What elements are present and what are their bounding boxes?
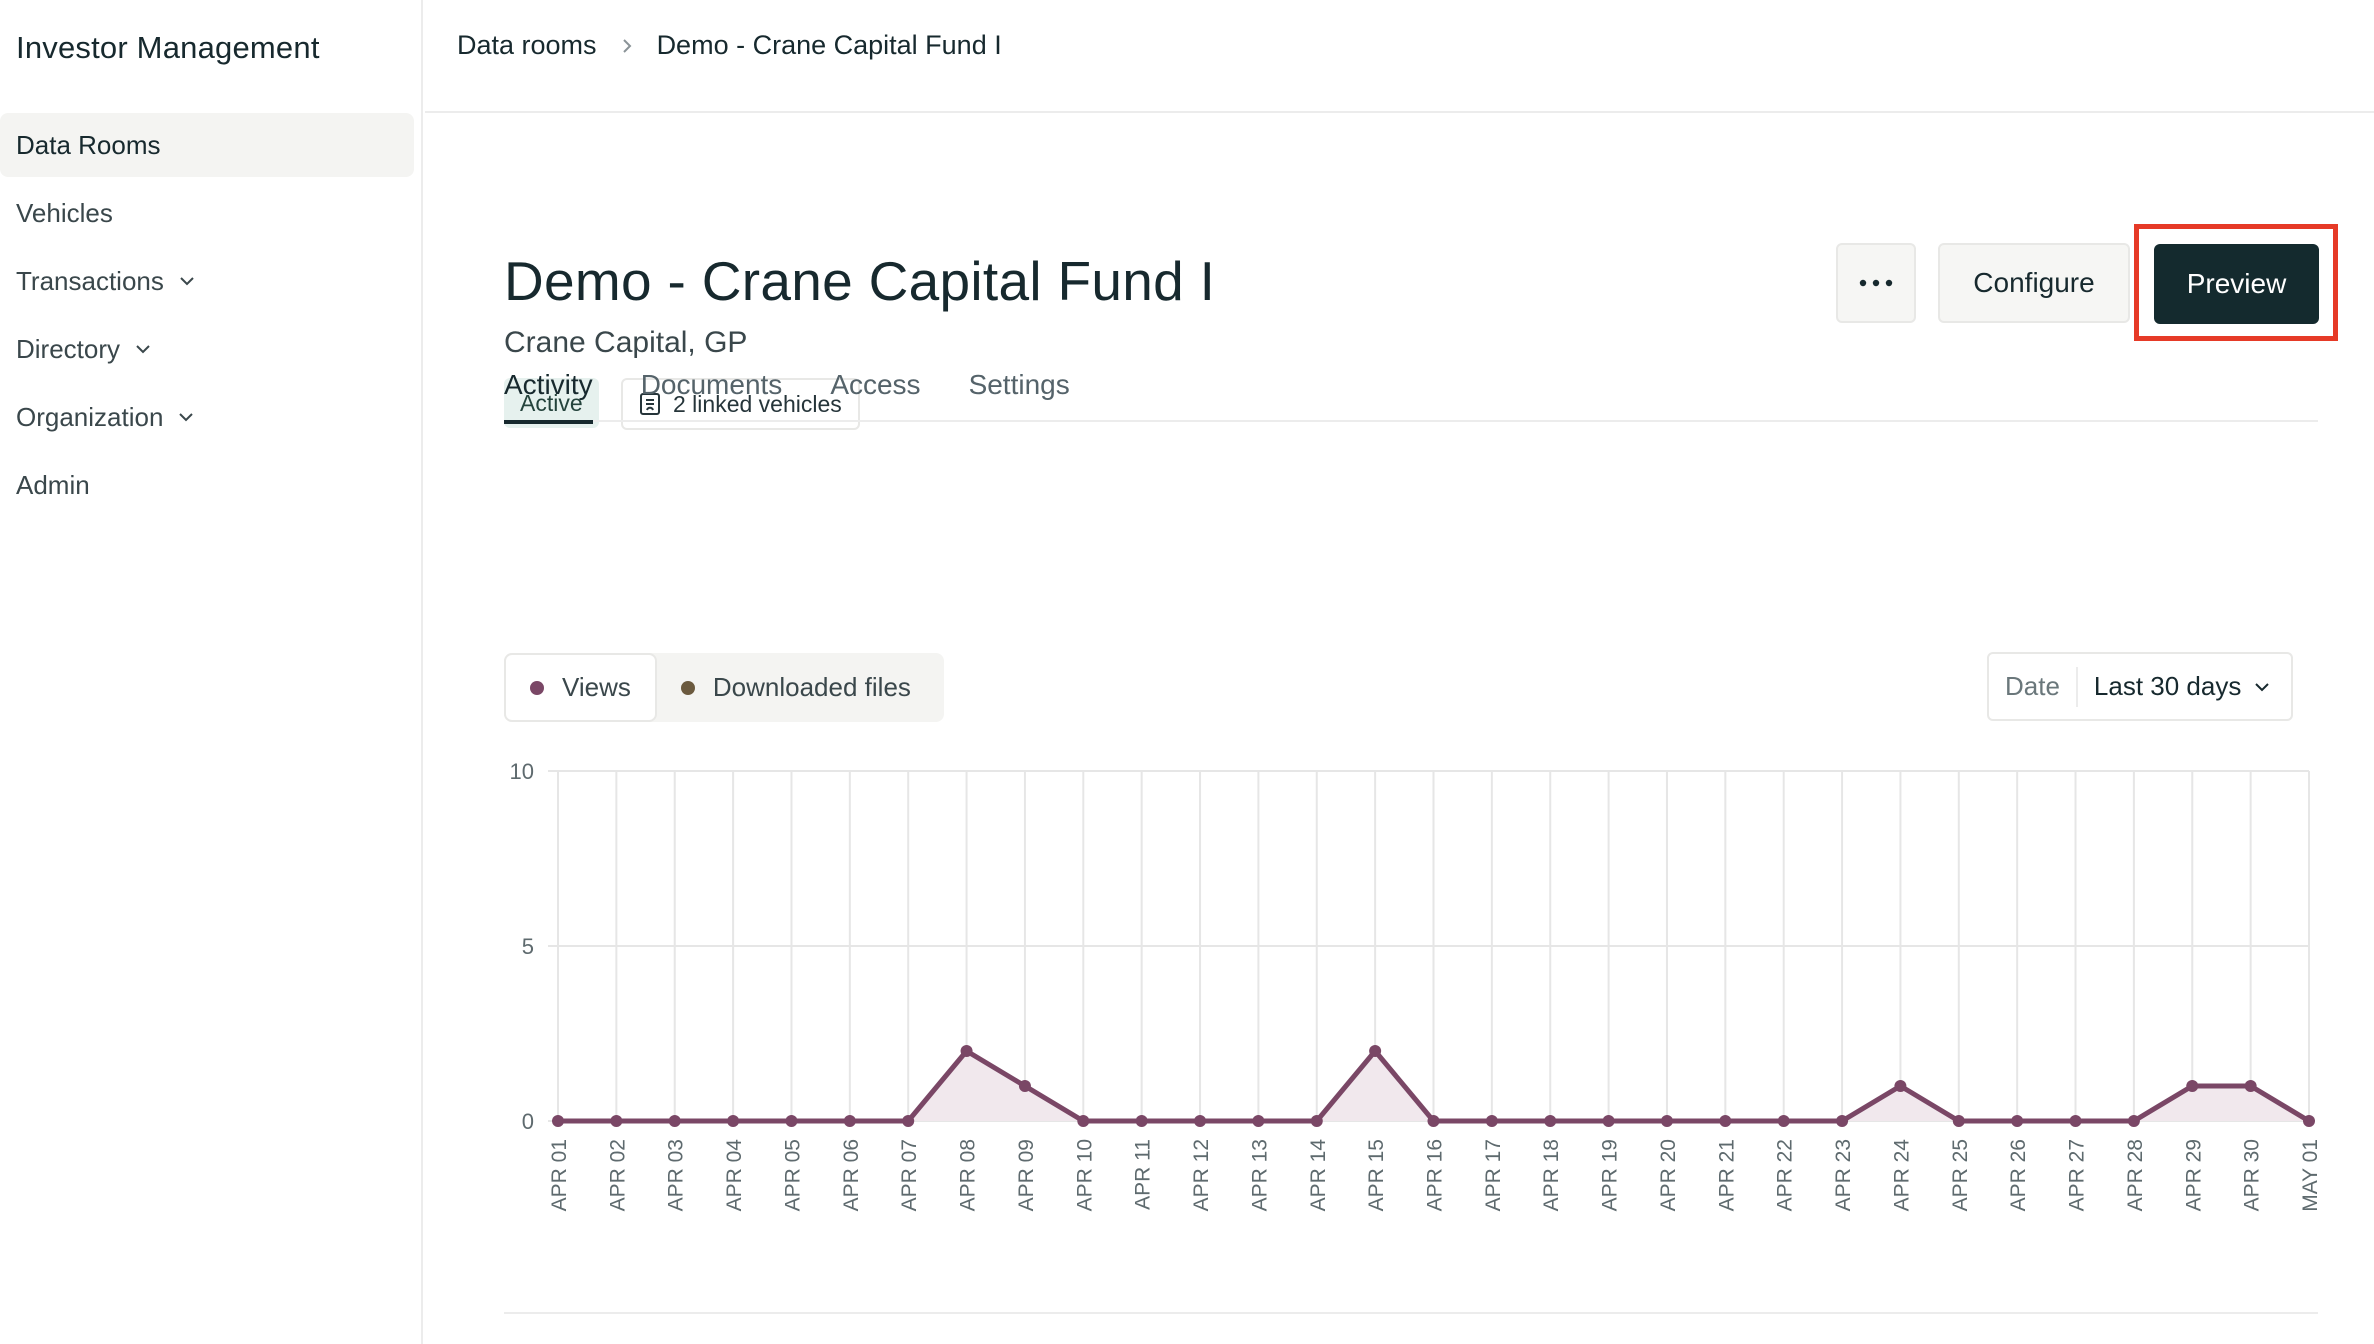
sidebar-item-label: Vehicles bbox=[16, 197, 113, 228]
views-data-point bbox=[2303, 1115, 2315, 1127]
breadcrumb-current: Demo - Crane Capital Fund I bbox=[656, 30, 1002, 60]
x-tick-label: APR 13 bbox=[1248, 1139, 1271, 1211]
x-tick-label: APR 08 bbox=[957, 1139, 980, 1211]
views-data-point bbox=[668, 1115, 681, 1127]
views-data-point bbox=[1427, 1115, 1440, 1127]
x-tick-label: MAY 01 bbox=[2299, 1139, 2322, 1212]
sidebar-item-label: Transactions bbox=[16, 265, 164, 296]
views-data-point bbox=[2186, 1080, 2199, 1092]
sidebar-item-label: Data Rooms bbox=[16, 129, 161, 160]
views-data-point bbox=[843, 1115, 856, 1127]
views-data-point bbox=[610, 1115, 623, 1127]
x-tick-label: APR 21 bbox=[1715, 1139, 1738, 1211]
activity-chart: 0 5 10 APR 01 APR 02 APR 03 APR 04 APR 05 APR 06… bbox=[510, 759, 2322, 1212]
chevron-right-icon bbox=[622, 38, 631, 53]
x-tick-label: APR 28 bbox=[2124, 1139, 2147, 1211]
x-tick-label: APR 12 bbox=[1190, 1139, 1213, 1211]
x-tick-label: APR 18 bbox=[1540, 1139, 1563, 1211]
x-tick-label: APR 10 bbox=[1073, 1139, 1096, 1211]
x-tick-label: APR 27 bbox=[2066, 1139, 2089, 1211]
views-data-point bbox=[1719, 1115, 1732, 1127]
sidebar-item-vehicles[interactable]: Vehicles bbox=[0, 181, 415, 245]
views-data-point bbox=[1544, 1115, 1557, 1127]
chevron-down-icon bbox=[136, 345, 150, 354]
x-tick-label: APR 16 bbox=[1424, 1139, 1447, 1211]
views-data-point bbox=[1836, 1115, 1849, 1127]
x-tick-label: APR 05 bbox=[781, 1139, 804, 1211]
x-tick-label: APR 17 bbox=[1482, 1139, 1505, 1211]
x-tick-label: APR 19 bbox=[1599, 1139, 1622, 1211]
sidebar-item-transactions[interactable]: Transactions bbox=[0, 249, 415, 313]
views-data-point bbox=[1135, 1115, 1148, 1127]
x-tick-label: APR 09 bbox=[1015, 1139, 1038, 1211]
views-data-point bbox=[902, 1115, 915, 1127]
sidebar-item-label: Admin bbox=[16, 469, 90, 500]
x-tick-label: APR 22 bbox=[1774, 1139, 1797, 1211]
views-data-point bbox=[785, 1115, 798, 1127]
views-data-point bbox=[1018, 1080, 1031, 1092]
x-tick-label: APR 11 bbox=[1132, 1139, 1155, 1210]
x-tick-label: APR 15 bbox=[1365, 1139, 1388, 1211]
views-data-point bbox=[1310, 1115, 1323, 1127]
views-data-point bbox=[1485, 1115, 1498, 1127]
sidebar-nav: Data Rooms Vehicles Transactions Directory O… bbox=[0, 113, 423, 521]
main-content: Demo - Crane Capital Fund I Crane Capita… bbox=[425, 115, 2374, 1344]
x-tick-label: APR 26 bbox=[2007, 1139, 2030, 1211]
views-data-point bbox=[1777, 1115, 1790, 1127]
sidebar-item-organization[interactable]: Organization bbox=[0, 385, 415, 449]
views-data-point bbox=[2244, 1080, 2257, 1092]
x-tick-label: APR 30 bbox=[2241, 1139, 2264, 1211]
views-data-point bbox=[1894, 1080, 1907, 1092]
y-tick-label: 5 bbox=[522, 934, 534, 959]
views-data-point bbox=[727, 1115, 740, 1127]
x-tick-label: APR 29 bbox=[2182, 1139, 2205, 1211]
views-data-point bbox=[2069, 1115, 2082, 1127]
views-data-point bbox=[1077, 1115, 1090, 1127]
chevron-down-icon bbox=[180, 277, 194, 286]
chevron-down-icon bbox=[179, 413, 194, 422]
breadcrumb: Data rooms Demo - Crane Capital Fund I bbox=[457, 30, 1002, 61]
sidebar-item-data-rooms[interactable]: Data Rooms bbox=[0, 113, 414, 177]
y-tick-label: 10 bbox=[510, 759, 534, 784]
divider bbox=[504, 1312, 2318, 1314]
views-data-point bbox=[2011, 1115, 2024, 1127]
app-title: Investor Management bbox=[16, 30, 320, 65]
x-tick-label: APR 25 bbox=[1949, 1139, 1972, 1211]
views-data-point bbox=[2127, 1115, 2140, 1127]
x-tick-label: APR 03 bbox=[665, 1139, 688, 1211]
views-data-point bbox=[1369, 1045, 1382, 1057]
sidebar-item-label: Organization bbox=[16, 401, 164, 432]
views-data-point bbox=[552, 1115, 564, 1127]
x-tick-label: APR 04 bbox=[723, 1139, 746, 1212]
views-data-point bbox=[1952, 1115, 1965, 1127]
sidebar-item-label: Directory bbox=[16, 333, 121, 364]
views-data-point bbox=[1194, 1115, 1207, 1127]
views-data-point bbox=[1602, 1115, 1615, 1127]
top-bar: Data rooms Demo - Crane Capital Fund I bbox=[425, 0, 2374, 113]
views-data-point bbox=[1252, 1115, 1265, 1127]
sidebar-item-admin[interactable]: Admin bbox=[0, 453, 415, 517]
x-tick-label: APR 14 bbox=[1307, 1139, 1330, 1212]
views-data-point bbox=[1660, 1115, 1673, 1127]
x-tick-label: APR 06 bbox=[840, 1139, 863, 1211]
x-tick-label: APR 01 bbox=[548, 1139, 571, 1211]
x-tick-label: APR 02 bbox=[606, 1139, 629, 1211]
x-tick-label: APR 23 bbox=[1832, 1139, 1855, 1211]
breadcrumb-data-rooms[interactable]: Data rooms bbox=[457, 30, 597, 61]
x-tick-label: APR 20 bbox=[1657, 1139, 1680, 1211]
sidebar: Investor Management Data Rooms Vehicles Tr… bbox=[0, 0, 423, 1344]
sidebar-item-directory[interactable]: Directory bbox=[0, 317, 415, 381]
y-tick-label: 0 bbox=[522, 1109, 534, 1134]
x-tick-label: APR 24 bbox=[1890, 1139, 1913, 1212]
x-tick-label: APR 07 bbox=[898, 1139, 921, 1211]
views-data-point bbox=[960, 1045, 973, 1057]
